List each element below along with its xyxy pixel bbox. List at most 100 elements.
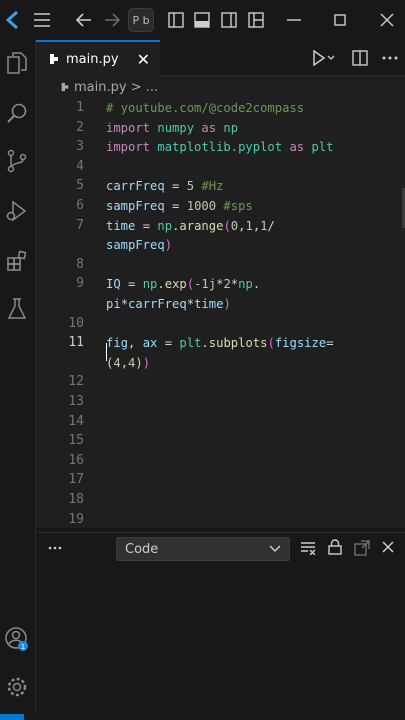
python-file-icon [48, 53, 60, 65]
code-token: ax [142, 336, 165, 351]
code-editor[interactable]: 1 2 3 4 5 6 7 8 9 10 11 12 13 14 15 16 17 18 19 # youtube.… [36, 98, 405, 528]
clear-output-icon[interactable] [300, 541, 316, 555]
chevron-down-icon [269, 545, 281, 553]
code-line[interactable]: time = np.arange(0,1,1/ [106, 216, 275, 236]
extensions-icon[interactable] [0, 244, 34, 278]
line-number: 11 [68, 335, 84, 351]
line-number: 19 [68, 511, 84, 527]
code-line[interactable]: # youtube.com/@code2compass [106, 98, 304, 118]
code-token: sampFreq [106, 199, 173, 213]
code-token: -1j [194, 277, 217, 292]
code-line[interactable]: (4,4)) [106, 353, 150, 373]
close-panel-icon[interactable] [382, 541, 394, 553]
line-number: 15 [68, 433, 84, 449]
code-token: ) [164, 238, 173, 253]
code-token: exp [164, 277, 187, 292]
code-line[interactable]: IQ = np.exp(-1j*2*np. [106, 274, 260, 294]
output-channel-select[interactable]: Code [116, 537, 290, 561]
toggle-sidebar-icon[interactable] [164, 8, 188, 32]
files-icon[interactable] [0, 46, 34, 80]
text-cursor [106, 343, 107, 361]
minimize-icon[interactable] [282, 8, 306, 32]
code-token: np [238, 277, 253, 292]
run-icon[interactable] [312, 50, 336, 66]
line-number: 6 [76, 198, 84, 213]
breadcrumb-label[interactable]: main.py > ... [74, 80, 158, 95]
maximize-icon[interactable] [328, 8, 352, 32]
status-bar [0, 714, 405, 720]
code-token: = [172, 179, 187, 194]
code-token: ) [223, 297, 231, 311]
code-token: = [128, 277, 143, 292]
close-window-icon[interactable] [375, 8, 399, 32]
code-token: arange [179, 218, 224, 233]
code-token: sampFreq [106, 238, 165, 253]
tab-main-py[interactable]: main.py ✕ [36, 40, 160, 76]
breadcrumb: main.py > ... [36, 76, 405, 98]
output-panel[interactable] [36, 564, 405, 714]
code-token: #Hz [201, 179, 224, 194]
code-token: time [194, 297, 224, 311]
title-bar: Ρ b [0, 0, 405, 40]
code-token: ( [186, 277, 195, 292]
line-number: 4 [76, 158, 84, 174]
code-line[interactable]: import matplotlib.pyplot as plt [106, 137, 333, 157]
more-icon[interactable] [382, 50, 398, 66]
source-control-icon[interactable] [0, 144, 34, 178]
line-number: 2 [76, 119, 84, 135]
code-token: np [223, 120, 239, 135]
code-token: np [157, 218, 173, 233]
line-number: 8 [76, 256, 84, 272]
panel-header: Code [36, 532, 405, 564]
lock-icon[interactable] [328, 539, 342, 555]
code-line[interactable]: import numpy as np [106, 118, 238, 138]
toggle-panel-icon[interactable] [190, 8, 214, 32]
code-line[interactable]: pi*carrFreq*time) [106, 294, 231, 314]
code-token: #sps [223, 199, 253, 213]
line-number: 18 [68, 492, 84, 507]
search-icon[interactable] [0, 96, 34, 130]
back-icon[interactable] [72, 8, 96, 32]
code-token: as [201, 120, 224, 135]
code-line[interactable]: sampFreq = 1000 #sps [106, 196, 253, 216]
menu-icon[interactable] [30, 8, 54, 32]
code-token: matplotlib.pyplot [157, 140, 290, 155]
testing-icon[interactable] [0, 292, 34, 326]
accounts-icon[interactable]: 1 [0, 622, 34, 656]
customize-layout-icon[interactable] [244, 8, 268, 32]
code-token: . [157, 277, 165, 292]
code-token: . [201, 336, 209, 351]
code-token: # youtube.com/@code2compass [106, 101, 305, 115]
remote-indicator[interactable] [0, 714, 24, 720]
code-token: plt [311, 140, 334, 155]
code-token: figsize [274, 336, 327, 351]
open-in-editor-icon[interactable] [354, 540, 370, 556]
panel-more-icon[interactable] [48, 541, 62, 555]
close-tab-icon[interactable]: ✕ [137, 50, 150, 69]
code-token: numpy [157, 120, 202, 135]
code-token: = [172, 199, 187, 213]
tab-label: main.py [66, 51, 119, 67]
toggle-secondary-sidebar-icon[interactable] [217, 8, 241, 32]
code-token: time [106, 218, 143, 233]
forward-icon[interactable] [100, 8, 124, 32]
line-number: 3 [76, 139, 84, 155]
line-number: 16 [68, 452, 84, 468]
code-token: import [106, 120, 158, 135]
vscode-logo-icon [0, 8, 24, 32]
line-number: 1 [76, 100, 84, 115]
split-editor-icon[interactable] [352, 50, 368, 66]
code-line[interactable]: fig, ax = plt.subplots(figsize= [106, 333, 334, 353]
manage-icon[interactable] [0, 670, 34, 704]
code-token: , [128, 336, 143, 351]
command-center-search[interactable]: Ρ b [128, 8, 154, 32]
run-debug-icon[interactable] [0, 194, 34, 228]
code-line[interactable]: carrFreq = 5 #Hz [106, 176, 223, 196]
code-token: pi [106, 297, 121, 311]
svg-text:1: 1 [21, 643, 25, 651]
code-line[interactable]: sampFreq) [106, 235, 172, 255]
code-token: carrFreq [128, 297, 187, 311]
code-token: 4 [113, 355, 121, 370]
line-number: 13 [68, 394, 84, 409]
code-token: ( [223, 218, 231, 233]
